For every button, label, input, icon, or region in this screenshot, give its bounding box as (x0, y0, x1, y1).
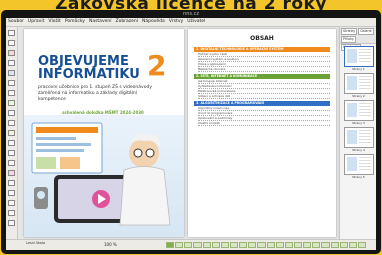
tool-button-icon[interactable] (8, 170, 15, 176)
tool-button-icon[interactable] (8, 110, 15, 116)
toc-entry: Vlastní projekt (198, 121, 330, 126)
cover-illustration-image (31, 122, 171, 226)
tool-button-icon[interactable] (8, 70, 15, 76)
page-nav-cell[interactable] (357, 242, 367, 248)
page-navigation-strip[interactable] (166, 242, 367, 248)
toc-title: OBSAH (250, 35, 274, 42)
tool-button-icon[interactable] (8, 180, 15, 186)
page-nav-cell[interactable] (312, 242, 321, 248)
tool-button-icon[interactable] (8, 80, 15, 86)
page-nav-cell[interactable] (220, 242, 229, 248)
page-thumbnail-label: Strany 3 (352, 121, 365, 125)
toc-entry: Sdílení a ochrana dat (198, 94, 330, 99)
tools-toolbar (6, 27, 18, 239)
page-thumbnail[interactable] (343, 46, 374, 67)
menu-bar: Soubor Upravit Vložit Pomůcky Nastavení Zobra… (6, 18, 376, 27)
page-nav-cell[interactable] (266, 242, 275, 248)
table-of-contents-page: OBSAH 1. DIGITÁLNÍ TECHNOLOGIE A OPERAČN… (188, 29, 336, 237)
sidebar-tabs: StránkyGaleriePřílohyVlastnosti (340, 27, 376, 51)
page-nav-cell[interactable] (303, 242, 312, 248)
page-nav-cell[interactable] (257, 242, 266, 248)
tool-button-icon[interactable] (8, 140, 15, 146)
book-subtitle: pracovní učebnice pro 1. stupeň ZŠ s vid… (38, 85, 152, 102)
tool-button-icon[interactable] (8, 210, 15, 216)
page-thumbnail-label: Strany 4 (352, 148, 365, 152)
tool-button-icon[interactable] (8, 220, 15, 226)
menu-item[interactable]: Upravit (28, 18, 44, 26)
page-nav-cell[interactable] (330, 242, 339, 248)
sidebar-tab[interactable]: Galerie (358, 28, 374, 35)
book-volume-number: 2 (147, 49, 167, 82)
menu-item[interactable]: Soubor (8, 18, 24, 26)
tool-button-icon[interactable] (8, 90, 15, 96)
document-canvas[interactable]: OBJEVUJEME INFORMATIKU 2 pracovní učebni… (18, 27, 338, 239)
page-nav-cell[interactable] (284, 242, 293, 248)
page-thumbnail[interactable] (343, 127, 374, 148)
tool-button-icon[interactable] (8, 200, 15, 206)
tool-button-icon[interactable] (8, 30, 15, 36)
status-bar: Lesní škola 100 % (6, 239, 376, 250)
menu-item[interactable]: Vložit (48, 18, 60, 26)
page-nav-cell[interactable] (239, 242, 248, 248)
page-nav-cell[interactable] (175, 242, 184, 248)
sidebar-tab[interactable]: Přílohy (341, 36, 356, 43)
tool-button-icon[interactable] (8, 120, 15, 126)
menu-item[interactable]: Nastavení (89, 18, 112, 26)
page-thumbnail[interactable] (343, 154, 374, 175)
page-thumbnail[interactable] (343, 100, 374, 121)
page-nav-cell[interactable] (348, 242, 357, 248)
status-text: Lesní škola (26, 241, 46, 245)
page-nav-cell[interactable] (193, 242, 202, 248)
cover-illustration (24, 115, 184, 237)
menu-item[interactable]: Pomůcky (65, 18, 85, 26)
page-nav-cell[interactable] (184, 242, 193, 248)
page-nav-cell[interactable] (211, 242, 220, 248)
page-thumbnail-label: Strany 2 (352, 94, 365, 98)
page-thumbnail-label: Strany 5 (352, 175, 365, 179)
toc-entry: Bezpečné chování (198, 67, 330, 72)
tool-button-icon[interactable] (8, 60, 15, 66)
tool-button-icon[interactable] (8, 100, 15, 106)
page-sorter-sidebar: StránkyGaleriePřílohyVlastnosti Strany 1… (339, 27, 376, 239)
page-nav-cell[interactable] (321, 242, 330, 248)
page-nav-cell[interactable] (248, 242, 257, 248)
page-nav-cell[interactable] (202, 242, 211, 248)
tool-button-icon[interactable] (8, 160, 15, 166)
tool-button-icon[interactable] (8, 40, 15, 46)
app-screen: Soubor Upravit Vložit Pomůcky Nastavení Zobra… (6, 18, 376, 250)
menu-item[interactable]: Uživatel (187, 18, 205, 26)
tool-button-icon[interactable] (8, 130, 15, 136)
page-nav-cell[interactable] (339, 242, 348, 248)
monitor-bezel: nns.cz Soubor Upravit Vložit Pomůcky Nastave… (1, 10, 381, 254)
page-nav-cell[interactable] (275, 242, 284, 248)
menu-item[interactable]: Zobrazení (115, 18, 138, 26)
page-nav-cell[interactable] (293, 242, 303, 248)
sidebar-tab[interactable]: Stránky (341, 28, 358, 35)
menu-item[interactable]: Vrstvy (169, 18, 183, 26)
tool-button-icon[interactable] (8, 150, 15, 156)
page-nav-cell[interactable] (166, 242, 175, 248)
page-thumbnail[interactable] (343, 73, 374, 94)
toc-body: 1. DIGITÁLNÍ TECHNOLOGIE A OPERAČNÍ SYST… (194, 45, 330, 126)
monitor-brand: nns.cz (183, 11, 199, 17)
menu-item[interactable]: Nápověda (142, 18, 165, 26)
page-thumbnail-label: Strany 1 (352, 67, 365, 71)
page-thumbnails: Strany 1 Strany 2 Strany 3 Strany 4 Strany 5 (340, 46, 376, 179)
tool-button-icon[interactable] (8, 190, 15, 196)
tool-button-icon[interactable] (8, 50, 15, 56)
book-cover-page: OBJEVUJEME INFORMATIKU 2 pracovní učebni… (24, 29, 184, 237)
zoom-level[interactable]: 100 % (104, 242, 117, 247)
page-nav-cell[interactable] (229, 242, 239, 248)
